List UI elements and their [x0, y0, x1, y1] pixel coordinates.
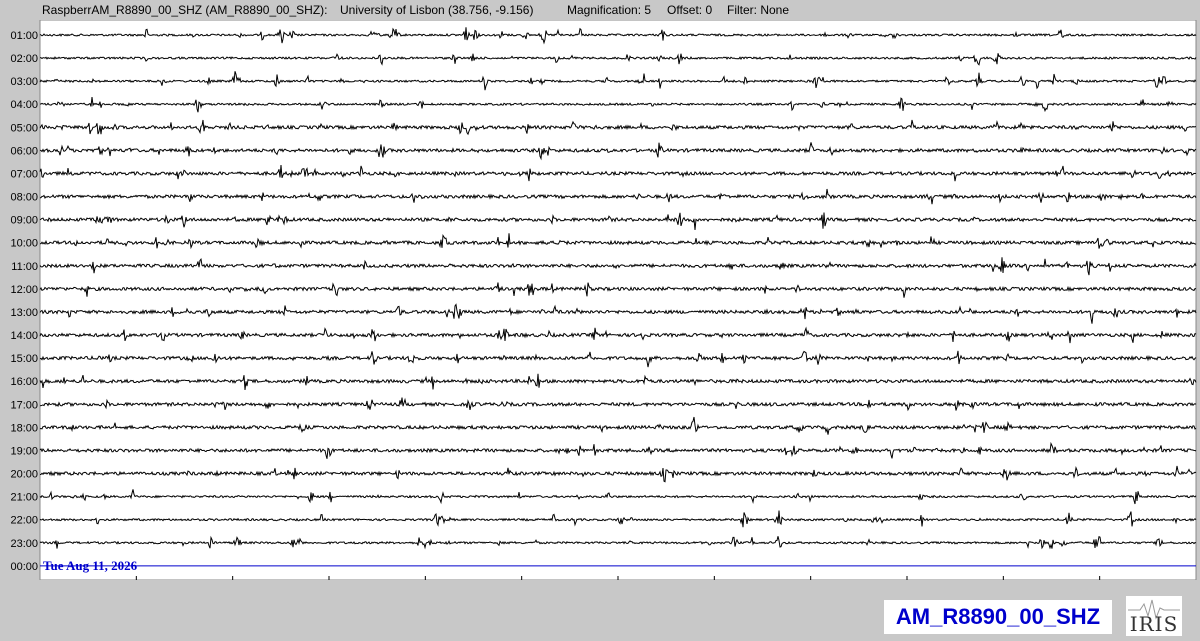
row-label: 15:00	[10, 353, 38, 365]
row-label-group: 01:00 02:00 03:00 04:00 05:00 06:00 07:00 08:00…	[10, 30, 38, 573]
row-label: 09:00	[10, 215, 38, 227]
row-label: 00:00	[10, 561, 38, 573]
institution-label: University of Lisbon (38.756, -9.156)	[340, 3, 534, 17]
row-label: 23:00	[10, 538, 38, 550]
row-label: 20:00	[10, 469, 38, 481]
filter-label: Filter: None	[727, 3, 790, 17]
header-bar: RaspberrAM_R8890_00_SHZ (AM_R8890_00_SHZ…	[0, 0, 1200, 20]
row-label: 14:00	[10, 330, 38, 342]
row-label: 04:00	[10, 99, 38, 111]
helicorder-plot: 01:00 02:00 03:00 04:00 05:00 06:00 07:00 08:00…	[10, 20, 1197, 580]
date-label: Tue Aug 11, 2026	[43, 558, 138, 573]
offset-label: Offset: 0	[667, 3, 713, 17]
row-label: 08:00	[10, 192, 38, 204]
row-label: 06:00	[10, 145, 38, 157]
row-label: 07:00	[10, 168, 38, 180]
row-label: 18:00	[10, 422, 38, 434]
row-label: 12:00	[10, 284, 38, 296]
row-label: 17:00	[10, 399, 38, 411]
row-label: 13:00	[10, 307, 38, 319]
magnification-label: Magnification: 5	[567, 3, 652, 17]
row-label: 01:00	[10, 30, 38, 42]
row-label: 22:00	[10, 515, 38, 527]
row-label: 02:00	[10, 53, 38, 65]
row-label: 10:00	[10, 238, 38, 250]
row-label: 05:00	[10, 122, 38, 134]
station-label: AM_R8890_00_SHZ	[884, 600, 1112, 634]
row-label: 03:00	[10, 76, 38, 88]
row-label: 21:00	[10, 492, 38, 504]
station-title: RaspberrAM_R8890_00_SHZ (AM_R8890_00_SHZ…	[42, 3, 328, 17]
row-label: 11:00	[11, 261, 38, 273]
row-label: 19:00	[10, 445, 38, 457]
row-label: 16:00	[10, 376, 38, 388]
iris-logo: IRIS	[1126, 596, 1182, 636]
logo-text: IRIS	[1129, 612, 1179, 636]
